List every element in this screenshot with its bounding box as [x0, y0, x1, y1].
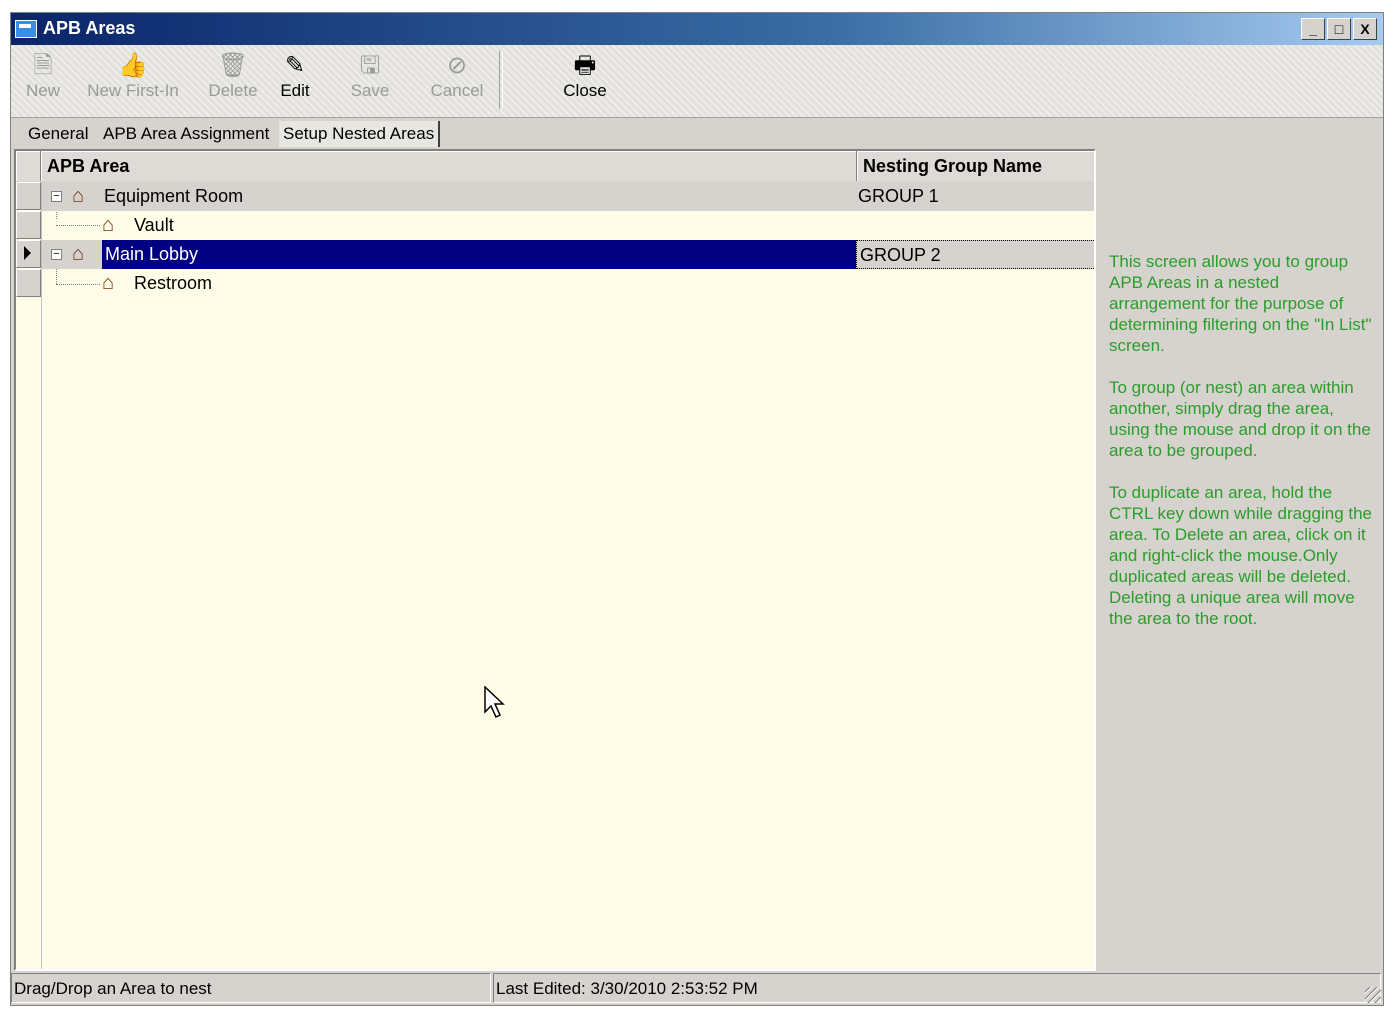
tab-strip: General APB Area Assignment Setup Nested… [11, 117, 1383, 147]
nested-areas-grid[interactable]: APB Area Nesting Group Name − ⌂ Equipmen… [14, 149, 1096, 971]
help-text-panel: This screen allows you to group APB Area… [1109, 251, 1379, 650]
tab-general[interactable]: General [24, 121, 92, 147]
close-door-icon: 🖶 [573, 52, 597, 79]
area-name: Restroom [134, 273, 213, 293]
area-name: Main Lobby [102, 240, 856, 269]
tree-row[interactable]: ⌂ Vault [42, 211, 1094, 240]
collapse-icon[interactable]: − [51, 191, 62, 202]
area-name: Vault [134, 215, 174, 235]
row-selector-column [16, 182, 42, 969]
save-icon: 🖫 [359, 52, 381, 79]
help-paragraph: To group (or nest) an area within anothe… [1109, 378, 1371, 460]
column-apb-area[interactable]: APB Area [41, 151, 857, 181]
cancel-button[interactable]: ⊘ Cancel [425, 51, 489, 111]
tab-setup-nested-areas[interactable]: Setup Nested Areas [279, 121, 441, 147]
house-icon: ⌂ [72, 243, 85, 265]
house-icon: ⌂ [72, 185, 85, 207]
edit-button[interactable]: ✎ Edit [273, 51, 317, 111]
row-selector[interactable] [16, 269, 41, 297]
edit-icon: ✎ [284, 52, 306, 79]
cancel-icon: ⊘ [446, 52, 468, 79]
maximize-button[interactable]: □ [1327, 18, 1351, 40]
mouse-pointer-icon [484, 686, 505, 719]
trash-icon: 🗑 [217, 52, 249, 79]
house-icon: ⌂ [102, 272, 115, 294]
toolbar: 🗎 New 👍 New First-In 🗑 Delete ✎ Edit 🖫 S… [11, 45, 1383, 118]
title-bar[interactable]: APB Areas _ □ X [11, 13, 1383, 45]
help-paragraph: This screen allows you to group APB Area… [1109, 252, 1372, 355]
window-title: APB Areas [43, 18, 136, 38]
grid-header: APB Area Nesting Group Name [16, 151, 1094, 183]
close-window-button[interactable]: X [1353, 18, 1377, 40]
save-button[interactable]: 🖫 Save [345, 51, 395, 111]
tree-row-selected[interactable]: − ⌂ Main Lobby GROUP 2 [42, 240, 1094, 269]
apb-areas-window: APB Areas _ □ X 🗎 New 👍 New First-In 🗑 D… [10, 12, 1384, 1006]
house-icon: ⌂ [102, 214, 115, 236]
minimize-button[interactable]: _ [1301, 18, 1325, 40]
new-document-icon: 🗎 [33, 52, 53, 79]
thumbs-up-icon: 👍 [118, 52, 148, 79]
delete-button[interactable]: 🗑 Delete [201, 51, 265, 111]
header-corner [16, 151, 41, 181]
collapse-icon[interactable]: − [51, 249, 62, 260]
column-nesting-group-name[interactable]: Nesting Group Name [857, 151, 1094, 181]
nesting-group: GROUP 2 [856, 240, 1094, 269]
status-hint: Drag/Drop an Area to nest [11, 973, 491, 1003]
toolbar-separator [499, 51, 503, 109]
tree-row[interactable]: − ⌂ Equipment Room GROUP 1 [42, 182, 1094, 211]
row-selector[interactable] [16, 182, 41, 210]
current-row-arrow-icon [24, 246, 31, 260]
close-button[interactable]: 🖶 Close [559, 51, 611, 111]
new-button[interactable]: 🗎 New [21, 51, 65, 111]
resize-grip-icon[interactable] [1365, 987, 1381, 1003]
area-name: Equipment Room [104, 186, 244, 206]
row-selector[interactable] [16, 211, 41, 239]
nesting-group: GROUP 1 [858, 186, 939, 206]
new-first-in-button[interactable]: 👍 New First-In [81, 51, 185, 111]
tree-row[interactable]: ⌂ Restroom [42, 269, 1094, 298]
status-last-edited: Last Edited: 3/30/2010 2:53:52 PM [493, 973, 1381, 1003]
row-selector-current[interactable] [16, 240, 41, 268]
app-icon [15, 20, 37, 38]
help-paragraph: To duplicate an area, hold the CTRL key … [1109, 483, 1373, 628]
status-bar: Drag/Drop an Area to nest Last Edited: 3… [11, 971, 1383, 1005]
tab-apb-area-assignment[interactable]: APB Area Assignment [99, 121, 273, 147]
